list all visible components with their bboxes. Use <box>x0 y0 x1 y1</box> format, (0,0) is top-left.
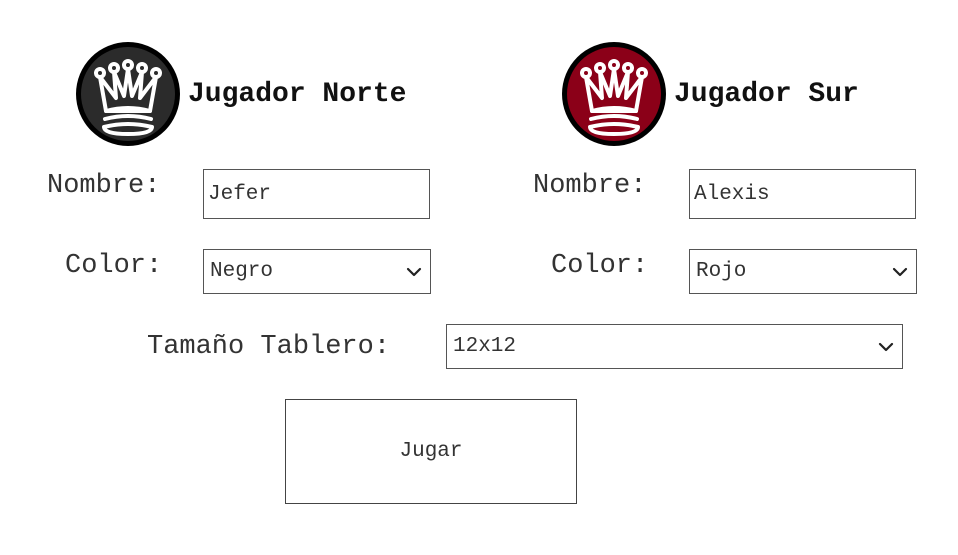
north-name-label: Nombre: <box>47 171 161 201</box>
south-color-label: Color: <box>551 251 649 281</box>
crown-icon <box>562 42 666 146</box>
north-player-header: Jugador Norte <box>74 40 406 148</box>
north-player-title: Jugador Norte <box>188 78 407 110</box>
north-name-input[interactable] <box>203 169 430 219</box>
south-name-label: Nombre: <box>533 171 647 201</box>
south-name-input[interactable] <box>689 169 916 219</box>
south-player-title: Jugador Sur <box>674 78 859 110</box>
north-color-select[interactable]: Negro <box>203 249 431 294</box>
chevron-down-icon <box>878 342 894 351</box>
chevron-down-icon <box>892 267 908 276</box>
chevron-down-icon <box>406 267 422 276</box>
north-color-value: Negro <box>210 260 274 283</box>
south-player-header: Jugador Sur <box>560 40 859 148</box>
board-size-label: Tamaño Tablero: <box>147 332 391 362</box>
board-size-value: 12x12 <box>453 335 517 358</box>
board-size-select[interactable]: 12x12 <box>446 324 903 369</box>
south-color-value: Rojo <box>696 260 747 283</box>
play-button[interactable]: Jugar <box>285 399 577 504</box>
south-color-select[interactable]: Rojo <box>689 249 917 294</box>
north-color-label: Color: <box>65 251 163 281</box>
crown-icon <box>76 42 180 146</box>
